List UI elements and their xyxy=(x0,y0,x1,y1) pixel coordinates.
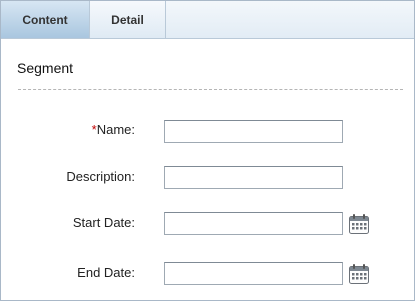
tab-bar: Content Detail xyxy=(1,1,414,39)
end-date-input[interactable] xyxy=(164,262,343,285)
name-label: *Name: xyxy=(5,122,135,137)
tab-detail-label: Detail xyxy=(111,12,144,27)
tab-content-label: Content xyxy=(22,12,68,27)
calendar-icon[interactable] xyxy=(348,213,370,235)
section-title: Segment xyxy=(17,60,74,76)
description-input[interactable] xyxy=(164,166,343,189)
calendar-icon[interactable] xyxy=(348,263,370,285)
segment-panel: Content Detail Segment *Name: Descriptio… xyxy=(0,0,415,301)
description-label: Description: xyxy=(66,169,135,184)
start-date-input[interactable] xyxy=(164,212,343,235)
tab-content[interactable]: Content xyxy=(1,1,90,38)
name-label-text: Name: xyxy=(96,122,135,137)
tab-bar-filler xyxy=(166,1,414,38)
divider xyxy=(18,89,403,90)
end-date-label: End Date: xyxy=(77,265,135,280)
tab-detail[interactable]: Detail xyxy=(90,1,166,38)
start-date-label: Start Date: xyxy=(72,215,135,230)
name-input[interactable] xyxy=(164,120,343,143)
